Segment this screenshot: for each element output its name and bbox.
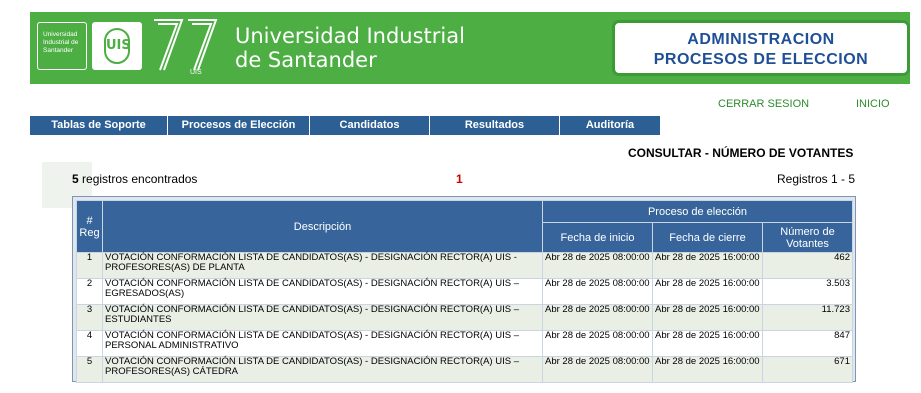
cell-reg: 1: [76, 252, 103, 279]
logo-line: Industrial de: [43, 39, 79, 46]
cell-reg: 5: [76, 356, 103, 383]
col-header-process-group: Proceso de elección: [542, 200, 853, 223]
main-nav: Tablas de Soporte Procesos de Elección C…: [30, 116, 660, 135]
nav-candidatos[interactable]: Candidatos: [310, 116, 430, 135]
cell-start-date: Abr 28 de 2025 08:00:00: [542, 304, 653, 331]
cell-start-date: Abr 28 de 2025 08:00:00: [542, 252, 653, 279]
table-row: 2 VOTACIÓN CONFORMACIÓN LISTA DE CANDIDA…: [76, 278, 853, 305]
cell-start-date: Abr 28 de 2025 08:00:00: [542, 278, 653, 305]
cell-description: VOTACIÓN CONFORMACIÓN LISTA DE CANDIDATO…: [102, 330, 543, 357]
cell-start-date: Abr 28 de 2025 08:00:00: [542, 330, 653, 357]
logo-line: Universidad: [43, 31, 78, 38]
cell-voters: 671: [762, 356, 853, 383]
cell-end-date: Abr 28 de 2025 16:00:00: [652, 278, 763, 305]
cell-end-date: Abr 28 de 2025 16:00:00: [652, 252, 763, 279]
university-logo-small: Universidad Industrial de Santander: [37, 22, 87, 70]
admin-title-box: ADMINISTRACION PROCESOS DE ELECCION: [612, 20, 910, 76]
col-header-voters: Número de Votantes: [762, 222, 853, 253]
cell-description: VOTACIÓN CONFORMACIÓN LISTA DE CANDIDATO…: [102, 252, 543, 279]
anniversary-sub: UIS: [190, 69, 202, 76]
cell-description: VOTACIÓN CONFORMACIÓN LISTA DE CANDIDATO…: [102, 304, 543, 331]
admin-title-line1: ADMINISTRACION: [687, 31, 835, 48]
cell-voters: 11.723: [762, 304, 853, 331]
university-name-line1: Universidad Industrial: [235, 24, 465, 48]
cell-reg: 2: [76, 278, 103, 305]
cell-start-date: Abr 28 de 2025 08:00:00: [542, 356, 653, 383]
col-header-description: Descripción: [102, 200, 543, 253]
uis-logo-text: UIS: [104, 28, 131, 64]
nav-tablas-soporte[interactable]: Tablas de Soporte: [30, 116, 168, 135]
university-name: Universidad Industrial de Santander: [235, 24, 465, 72]
col-header-end-date: Fecha de cierre: [652, 222, 763, 253]
nav-resultados[interactable]: Resultados: [430, 116, 560, 135]
nav-procesos-eleccion[interactable]: Procesos de Elección: [168, 116, 310, 135]
table-row: 5 VOTACIÓN CONFORMACIÓN LISTA DE CANDIDA…: [76, 356, 853, 383]
cell-description: VOTACIÓN CONFORMACIÓN LISTA DE CANDIDATO…: [102, 278, 543, 305]
page-title: CONSULTAR - NÚMERO DE VOTANTES: [628, 146, 854, 160]
cell-voters: 847: [762, 330, 853, 357]
anniversary-77-logo: UIS: [154, 19, 218, 76]
voters-table: # Reg Descripción Proceso de elección Fe…: [76, 200, 853, 383]
table-row: 3 VOTACIÓN CONFORMACIÓN LISTA DE CANDIDA…: [76, 304, 853, 331]
uis-logo: UIS: [92, 22, 142, 70]
university-name-line2: de Santander: [235, 48, 377, 72]
cell-voters: 462: [762, 252, 853, 279]
records-count: 5: [72, 172, 79, 186]
records-label: registros encontrados: [82, 172, 198, 186]
nav-auditoria[interactable]: Auditoría: [560, 116, 660, 135]
table-row: 4 VOTACIÓN CONFORMACIÓN LISTA DE CANDIDA…: [76, 330, 853, 357]
cell-end-date: Abr 28 de 2025 16:00:00: [652, 356, 763, 383]
pagination-page-1[interactable]: 1: [456, 172, 463, 186]
logo-line: Santander: [43, 47, 73, 54]
col-header-reg: # Reg: [76, 200, 103, 253]
cell-reg: 3: [76, 304, 103, 331]
table-row: 1 VOTACIÓN CONFORMACIÓN LISTA DE CANDIDA…: [76, 252, 853, 279]
cell-end-date: Abr 28 de 2025 16:00:00: [652, 304, 763, 331]
results-table-container: # Reg Descripción Proceso de elección Fe…: [72, 196, 856, 383]
admin-title-line2: PROCESOS DE ELECCION: [653, 51, 869, 68]
col-header-start-date: Fecha de inicio: [542, 222, 653, 253]
records-range: Registros 1 - 5: [777, 172, 856, 186]
records-found: 5 registros encontrados: [72, 172, 197, 186]
logout-link[interactable]: CERRAR SESION: [718, 98, 809, 110]
cell-description: VOTACIÓN CONFORMACIÓN LISTA DE CANDIDATO…: [102, 356, 543, 383]
cell-voters: 3.503: [762, 278, 853, 305]
home-link[interactable]: INICIO: [856, 98, 890, 110]
cell-end-date: Abr 28 de 2025 16:00:00: [652, 330, 763, 357]
cell-reg: 4: [76, 330, 103, 357]
